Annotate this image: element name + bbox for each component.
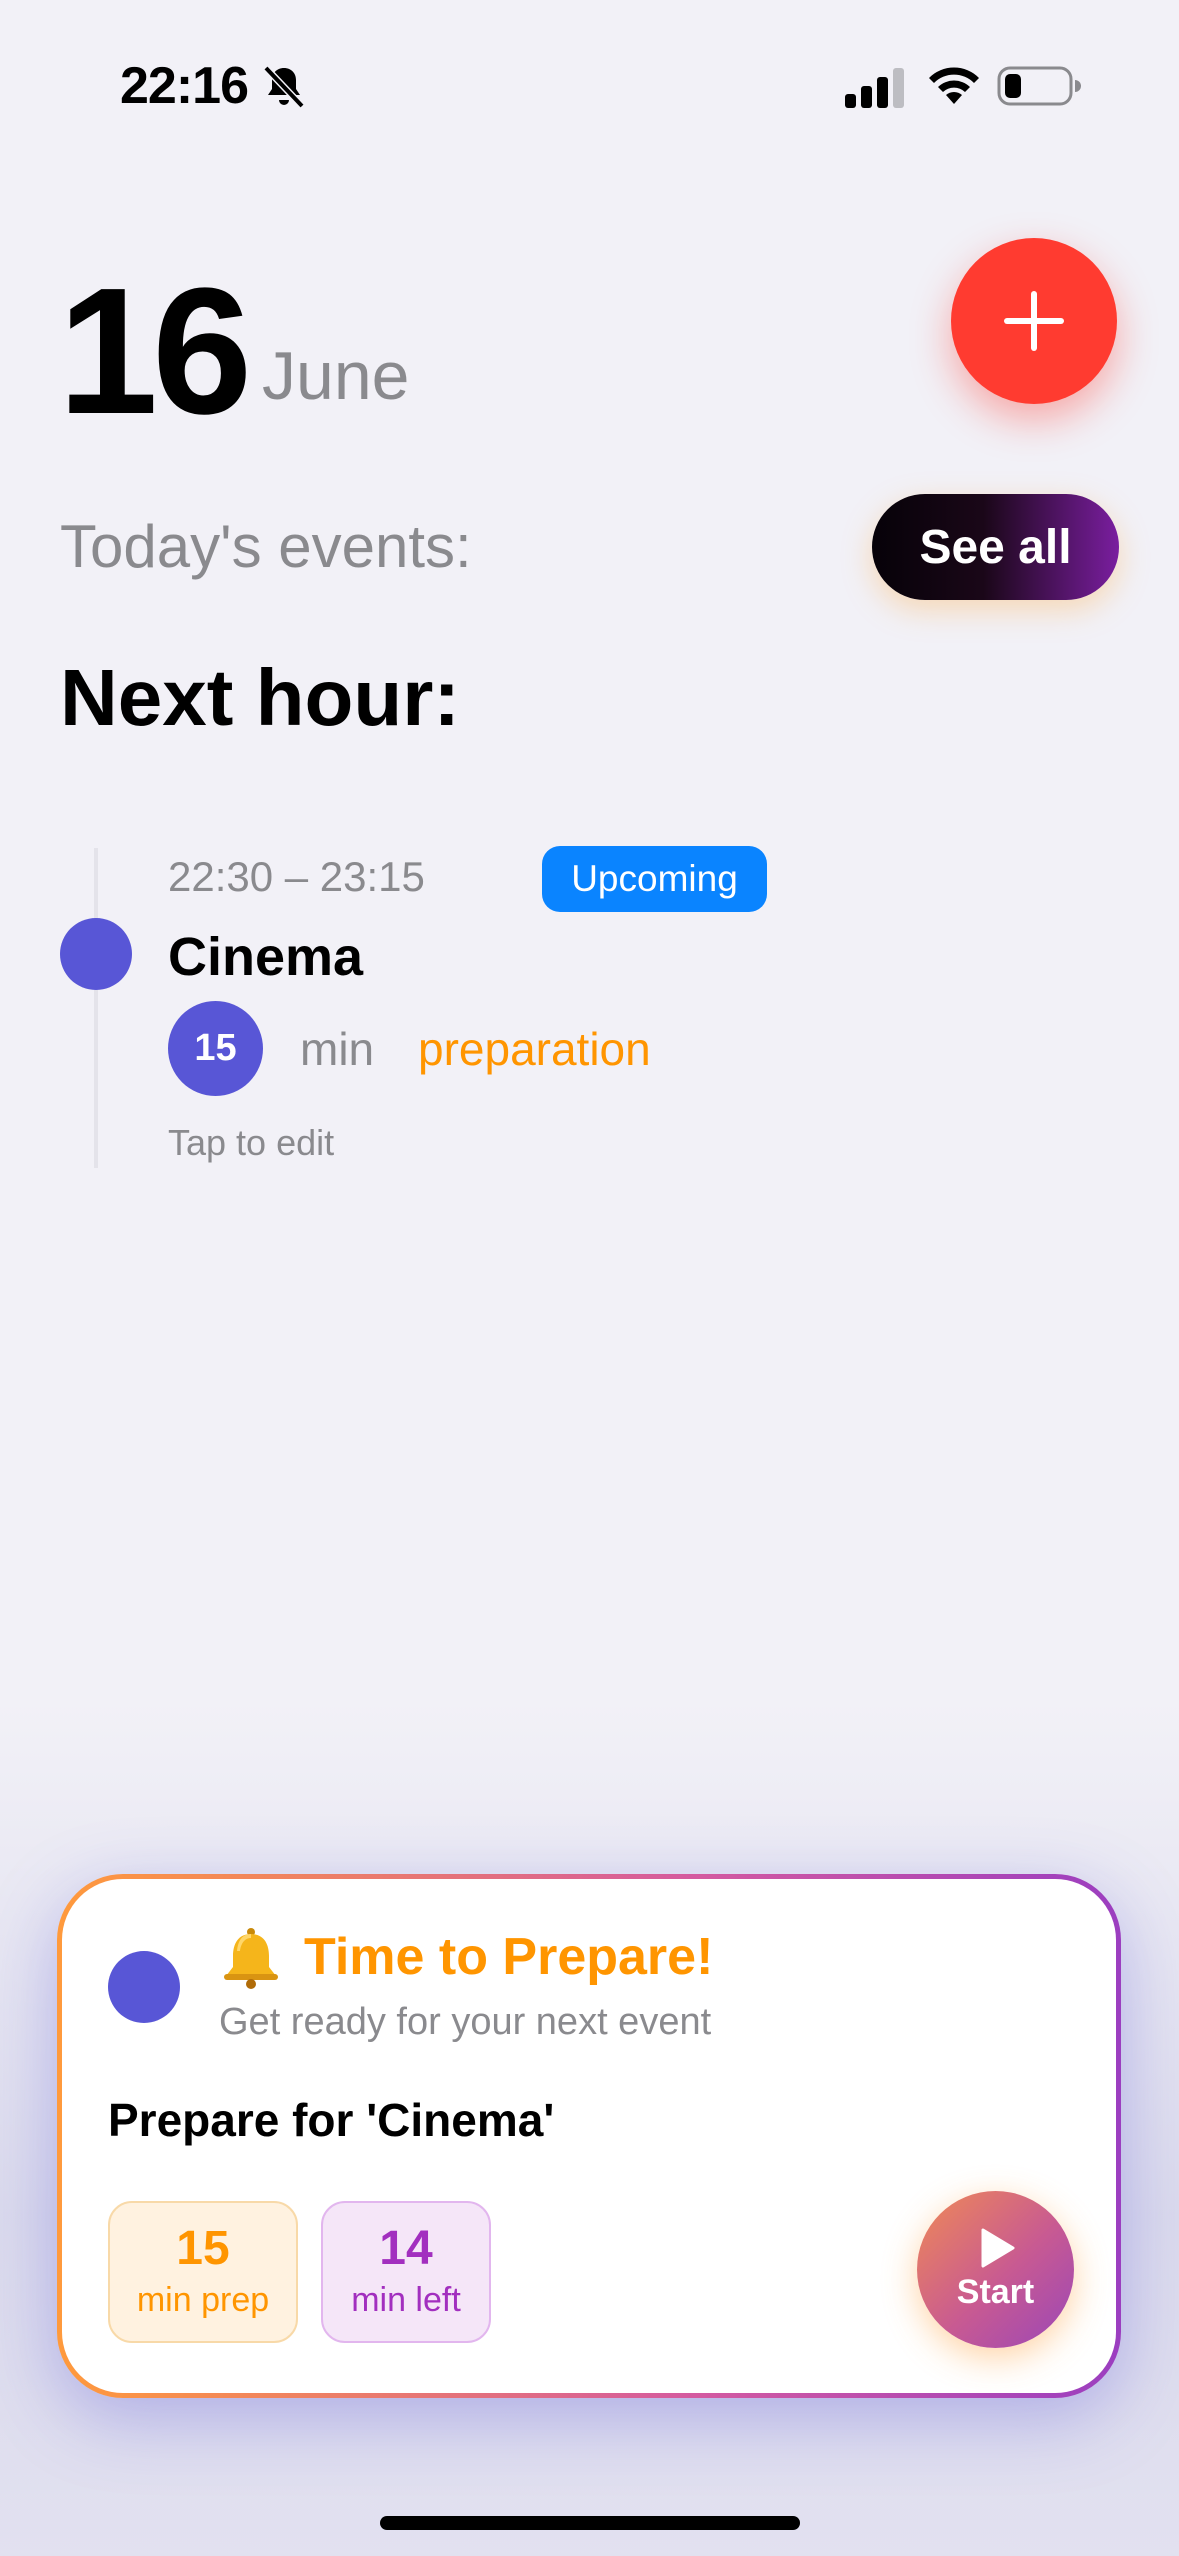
prep-stat: 15 min prep <box>108 2201 298 2343</box>
battery-icon <box>997 66 1081 106</box>
prepare-card: Time to Prepare! Get ready for your next… <box>57 1874 1121 2398</box>
time-left-stat: 14 min left <box>321 2201 491 2343</box>
status-time: 22:16 <box>120 57 249 115</box>
see-all-button[interactable]: See all <box>872 494 1119 600</box>
cellular-signal-icon <box>845 68 904 108</box>
prep-stat-label: min prep <box>136 2281 270 2319</box>
timeline-line <box>94 848 98 1168</box>
card-event-dot <box>108 1951 180 2023</box>
prep-minutes-badge[interactable]: 15 <box>168 1001 263 1096</box>
time-left-value: 14 <box>379 2222 433 2276</box>
time-left-label: min left <box>351 2281 461 2319</box>
date-day: 16 <box>58 251 252 452</box>
home-indicator[interactable] <box>380 2516 800 2530</box>
next-hour-heading: Next hour: <box>60 653 460 742</box>
status-bar: 22:16 <box>0 0 1179 175</box>
event-time-range[interactable]: 22:30 – 23:15 <box>168 853 425 901</box>
play-icon <box>981 2228 1014 2268</box>
tap-to-edit-hint: Tap to edit <box>168 1122 335 1163</box>
todays-events-label: Today's events: <box>60 513 472 580</box>
bell-icon <box>224 1928 278 1989</box>
card-title: Time to Prepare! <box>304 1928 714 1986</box>
plus-icon <box>1004 291 1064 351</box>
prepare-event-text: Prepare for 'Cinema' <box>108 2094 555 2146</box>
event-dot <box>60 918 132 990</box>
date-month: June <box>262 338 410 414</box>
start-label: Start <box>956 2273 1035 2311</box>
status-badge: Upcoming <box>542 846 767 912</box>
wifi-icon <box>929 67 979 104</box>
prep-unit: min <box>300 1023 375 1075</box>
add-event-button[interactable] <box>951 238 1117 404</box>
start-button[interactable]: Start <box>917 2191 1074 2348</box>
prep-stat-value: 15 <box>176 2222 230 2276</box>
bell-slash-icon <box>263 65 305 109</box>
prep-label: preparation <box>418 1023 651 1075</box>
event-title[interactable]: Cinema <box>168 926 363 988</box>
card-subtitle: Get ready for your next event <box>219 2001 712 2043</box>
